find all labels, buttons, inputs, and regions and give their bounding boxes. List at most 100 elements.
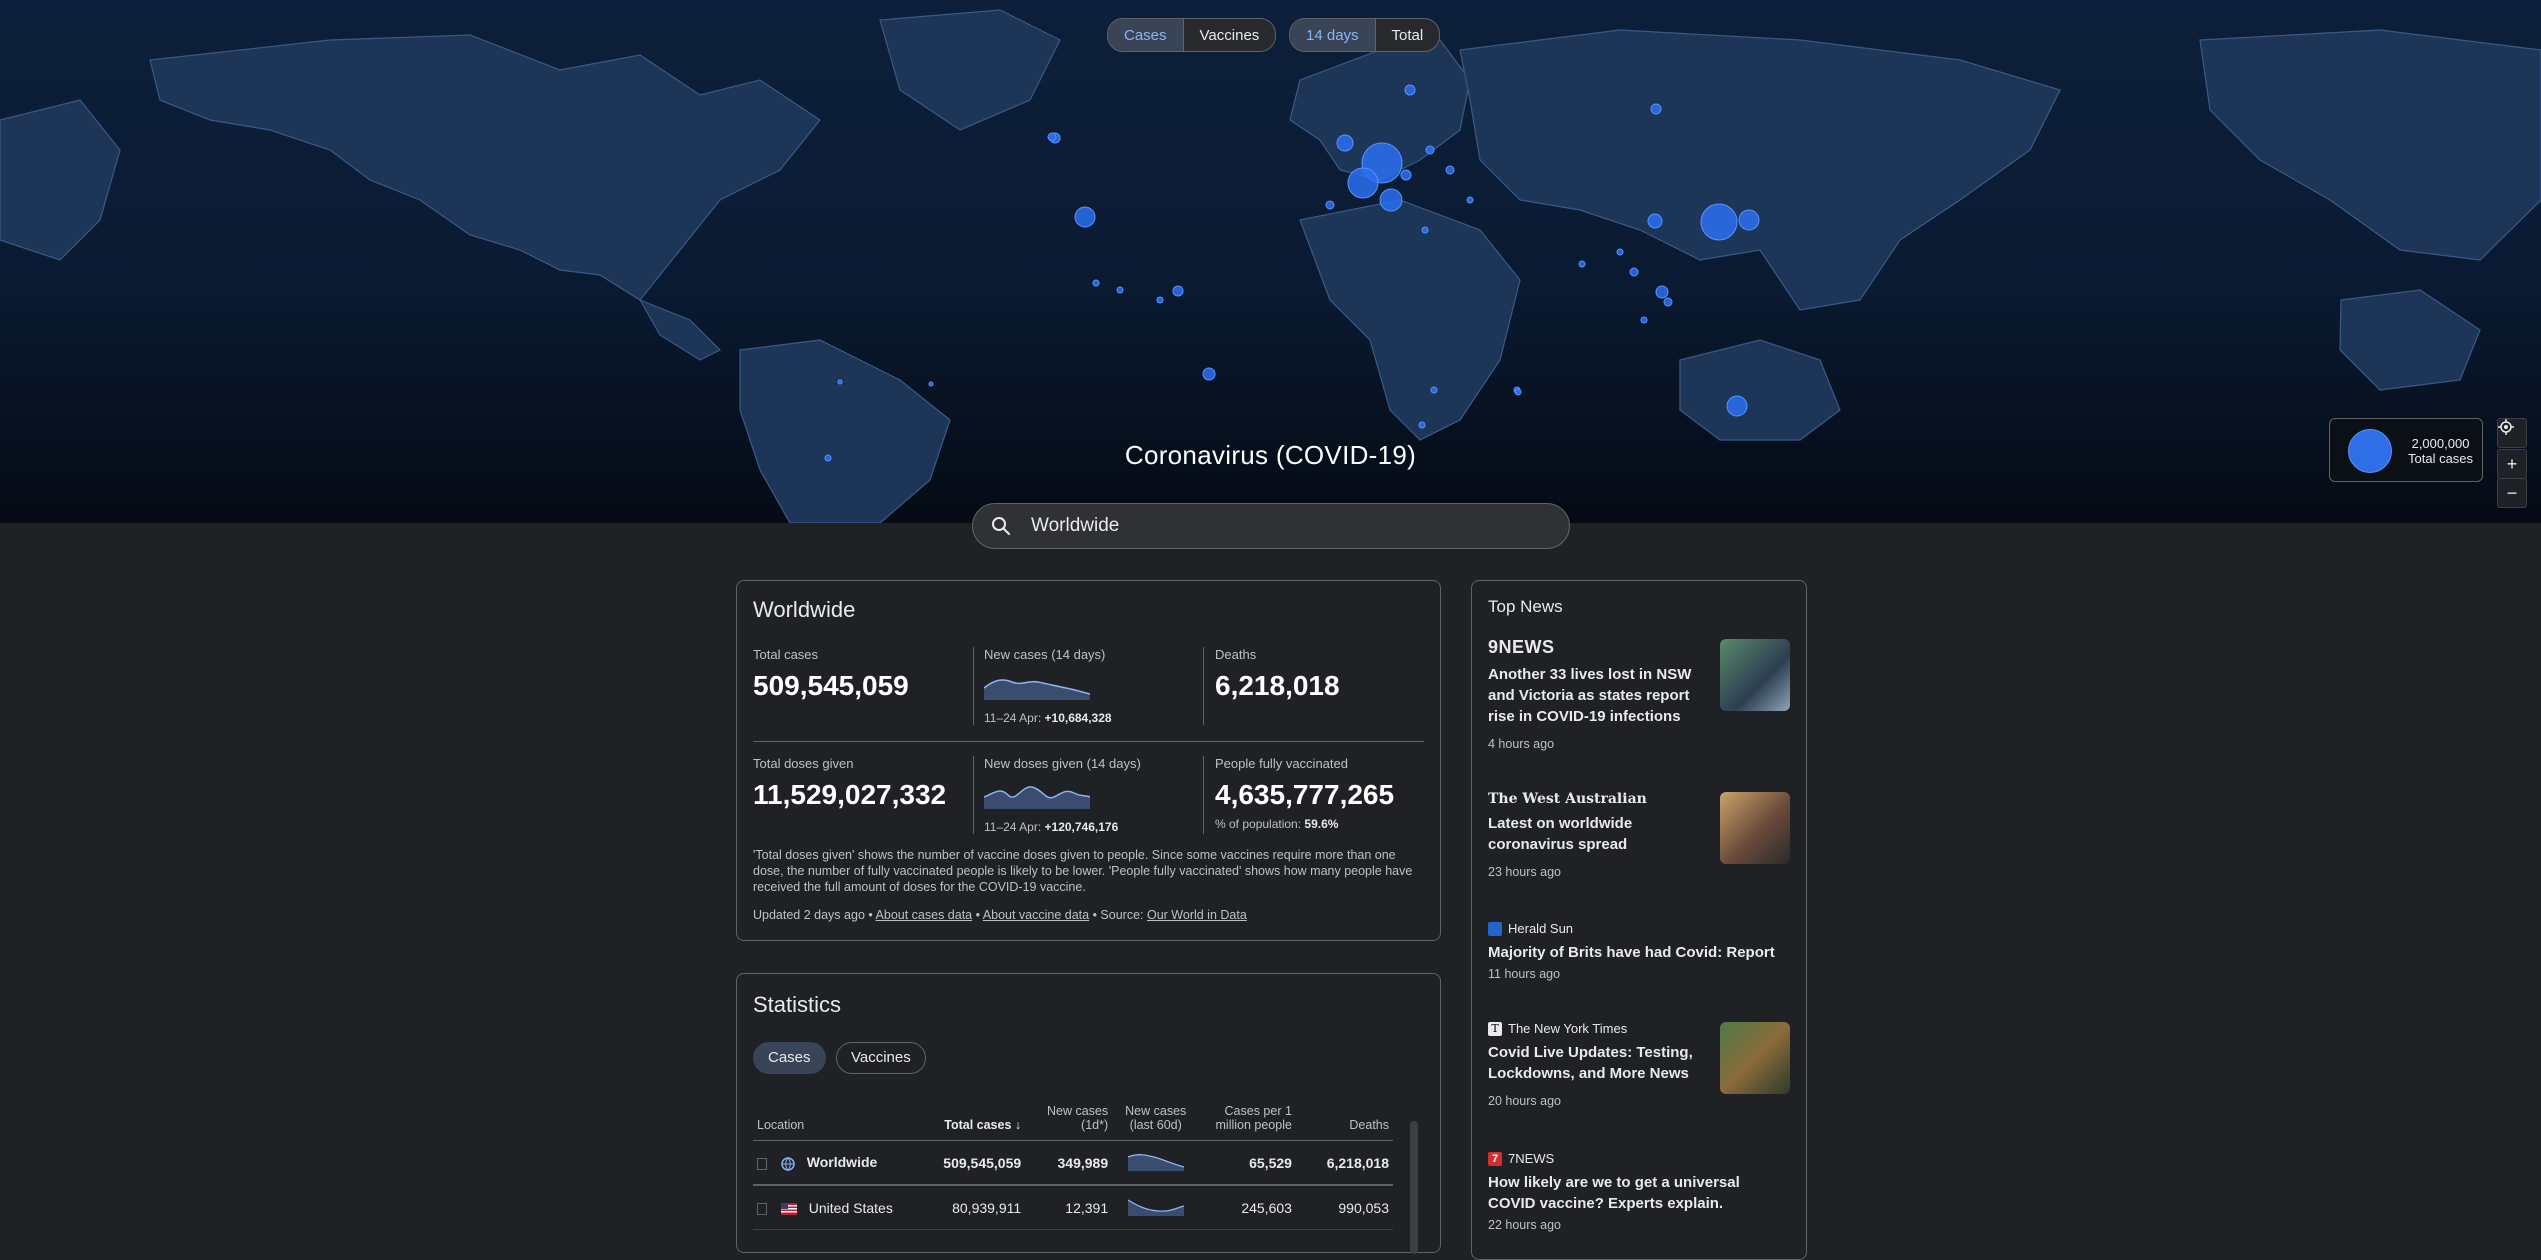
total-cases-metric: Total cases 509,545,059 — [753, 647, 909, 702]
news-headline[interactable]: Another 33 lives lost in NSW and Victori… — [1488, 664, 1708, 727]
news-card: Top News 9NEWS Another 33 lives lost in … — [1471, 580, 1807, 1260]
row-sparkline — [1127, 1154, 1184, 1171]
news-title: Top News — [1488, 597, 1563, 616]
population-pct: 59.6% — [1304, 817, 1339, 831]
toggle-cases[interactable]: Cases — [1108, 19, 1183, 51]
legend-value: 2,000,000 — [2411, 436, 2470, 451]
legend-text: 2,000,000 Total cases — [2408, 436, 2473, 466]
total-cases-label: Total cases — [753, 647, 819, 662]
separator: • — [972, 908, 983, 922]
locate-icon — [2498, 419, 2514, 435]
legend-bubble — [2348, 429, 2392, 473]
news-thumbnail[interactable] — [1720, 639, 1790, 711]
search-box[interactable] — [972, 503, 1570, 549]
zoom-out-button[interactable]: − — [2497, 478, 2527, 508]
pin-icon[interactable] — [757, 1157, 767, 1170]
news-thumbnail[interactable] — [1720, 792, 1790, 864]
header-location[interactable]: Location — [753, 1104, 909, 1141]
statistics-card: Statistics Cases Vaccines Location Total… — [736, 973, 1441, 1254]
location-cell: Worldwide — [753, 1140, 909, 1186]
period-toggle: 14 days Total — [1289, 18, 1441, 52]
news-item[interactable]: 7 7NEWS How likely are we to get a unive… — [1488, 1151, 1788, 1232]
new-cases-cell: 349,989 — [1025, 1140, 1113, 1186]
bubble-caribbean — [1172, 285, 1184, 297]
news-source-name: 7NEWS — [1508, 1151, 1555, 1166]
table-row[interactable]: Worldwide 509,545,059 349,989 65,529 6,2… — [753, 1140, 1393, 1186]
deaths-cell: 990,053 — [1295, 1185, 1393, 1230]
7news-icon: 7 — [1488, 1151, 1502, 1166]
pin-icon[interactable] — [757, 1202, 767, 1215]
row-divider — [753, 741, 1424, 742]
news-time: 11 hours ago — [1488, 967, 1561, 981]
toggle-vaccines[interactable]: Vaccines — [1182, 19, 1276, 51]
search-input[interactable] — [1029, 514, 1533, 538]
new-cases-cell: 12,391 — [1025, 1185, 1113, 1230]
header-deaths[interactable]: Deaths — [1295, 1104, 1393, 1141]
source-link[interactable]: Our World in Data — [1147, 908, 1247, 922]
table-row[interactable]: United States 80,939,911 12,391 245,603 … — [753, 1185, 1393, 1230]
zoom-in-button[interactable]: + — [2497, 449, 2527, 479]
divider — [1203, 756, 1204, 834]
news-source-logo: The West Australian — [1488, 791, 1647, 807]
bubble-korea — [1700, 203, 1738, 241]
location-name: Worldwide — [806, 1154, 878, 1171]
tab-vaccines[interactable]: Vaccines — [835, 1042, 926, 1074]
bubble-australia — [1726, 395, 1748, 417]
table-header-row: Location Total cases ↓ New cases (1d*) N… — [753, 1104, 1393, 1141]
news-thumbnail[interactable] — [1720, 1022, 1790, 1094]
new-cases-range: 11–24 Apr: — [984, 711, 1042, 725]
statistics-table: Location Total cases ↓ New cases (1d*) N… — [753, 1104, 1393, 1230]
zoom-out-icon: − — [2506, 482, 2518, 503]
news-headline[interactable]: Latest on worldwide coronavirus spread — [1488, 813, 1708, 855]
news-headline[interactable]: How likely are we to get a universal COV… — [1488, 1172, 1788, 1214]
news-headline[interactable]: Covid Live Updates: Testing, Lockdowns, … — [1488, 1042, 1708, 1084]
new-doses-delta: +120,746,176 — [1044, 820, 1119, 834]
about-cases-link[interactable]: About cases data — [876, 908, 973, 922]
legend-label: Total cases — [2408, 451, 2474, 466]
bubble-vietnam — [1655, 285, 1669, 299]
table-scrollbar[interactable] — [1410, 1121, 1418, 1254]
source-prefix: • Source: — [1089, 908, 1147, 922]
header-total-cases[interactable]: Total cases ↓ — [908, 1104, 1026, 1141]
new-doses-metric: New doses given (14 days) 11–24 Apr: +12… — [983, 756, 1141, 834]
news-time: 22 hours ago — [1488, 1218, 1561, 1232]
new-cases-sub: 11–24 Apr: +10,684,328 — [984, 711, 1112, 725]
news-source: 7 7NEWS — [1488, 1151, 1788, 1166]
new-cases-metric: New cases (14 days) 11–24 Apr: +10,684,3… — [983, 647, 1112, 725]
new-doses-label: New doses given (14 days) — [984, 756, 1141, 771]
header-cases-per-million[interactable]: Cases per 1 million people — [1199, 1104, 1296, 1141]
updated-text: Updated 2 days ago — [753, 908, 865, 922]
news-source-name: Herald Sun — [1508, 921, 1574, 936]
us-flag-icon — [780, 1202, 797, 1215]
vaccinated-label: People fully vaccinated — [1215, 756, 1348, 771]
header-new-cases[interactable]: New cases (1d*) — [1025, 1104, 1113, 1141]
new-doses-range: 11–24 Apr: — [984, 820, 1042, 834]
news-source: Herald Sun — [1488, 921, 1788, 936]
bubble-japan — [1738, 209, 1760, 231]
deaths-metric: Deaths 6,218,018 — [1215, 647, 1340, 702]
locate-button[interactable] — [2497, 418, 2527, 448]
news-time: 20 hours ago — [1488, 1094, 1561, 1108]
news-headline[interactable]: Majority of Brits have had Covid: Report — [1488, 942, 1788, 963]
header-total-cases-label: Total cases — [944, 1118, 1012, 1132]
summary-title: Worldwide — [753, 597, 856, 622]
toggle-total[interactable]: Total — [1374, 19, 1440, 51]
news-item[interactable]: Herald Sun Majority of Brits have had Co… — [1488, 921, 1788, 981]
toggle-14-days[interactable]: 14 days — [1290, 19, 1375, 51]
world-map[interactable]: Cases Vaccines 14 days Total Coronavirus… — [0, 0, 2541, 523]
map-legend: 2,000,000 Total cases — [2329, 418, 2483, 482]
tab-cases[interactable]: Cases — [753, 1042, 826, 1074]
vaccinated-metric: People fully vaccinated 4,635,777,265 % … — [1215, 756, 1394, 831]
about-vaccine-link[interactable]: About vaccine data — [983, 908, 1089, 922]
location-name: United States — [808, 1199, 893, 1216]
deaths-label: Deaths — [1215, 647, 1257, 662]
sort-down-icon: ↓ — [1014, 1118, 1022, 1132]
globe-icon — [781, 1156, 795, 1171]
new-cases-sparkline — [983, 679, 1091, 700]
bubble-usa — [1074, 206, 1096, 228]
bubble-france — [1347, 167, 1379, 199]
new-cases-delta: +10,684,328 — [1044, 711, 1112, 725]
news-source-logo: 9NEWS — [1488, 637, 1555, 657]
header-new-cases-60d[interactable]: New cases (last 60d) — [1112, 1104, 1200, 1141]
summary-card: Worldwide Total cases 509,545,059 New ca… — [736, 580, 1441, 941]
